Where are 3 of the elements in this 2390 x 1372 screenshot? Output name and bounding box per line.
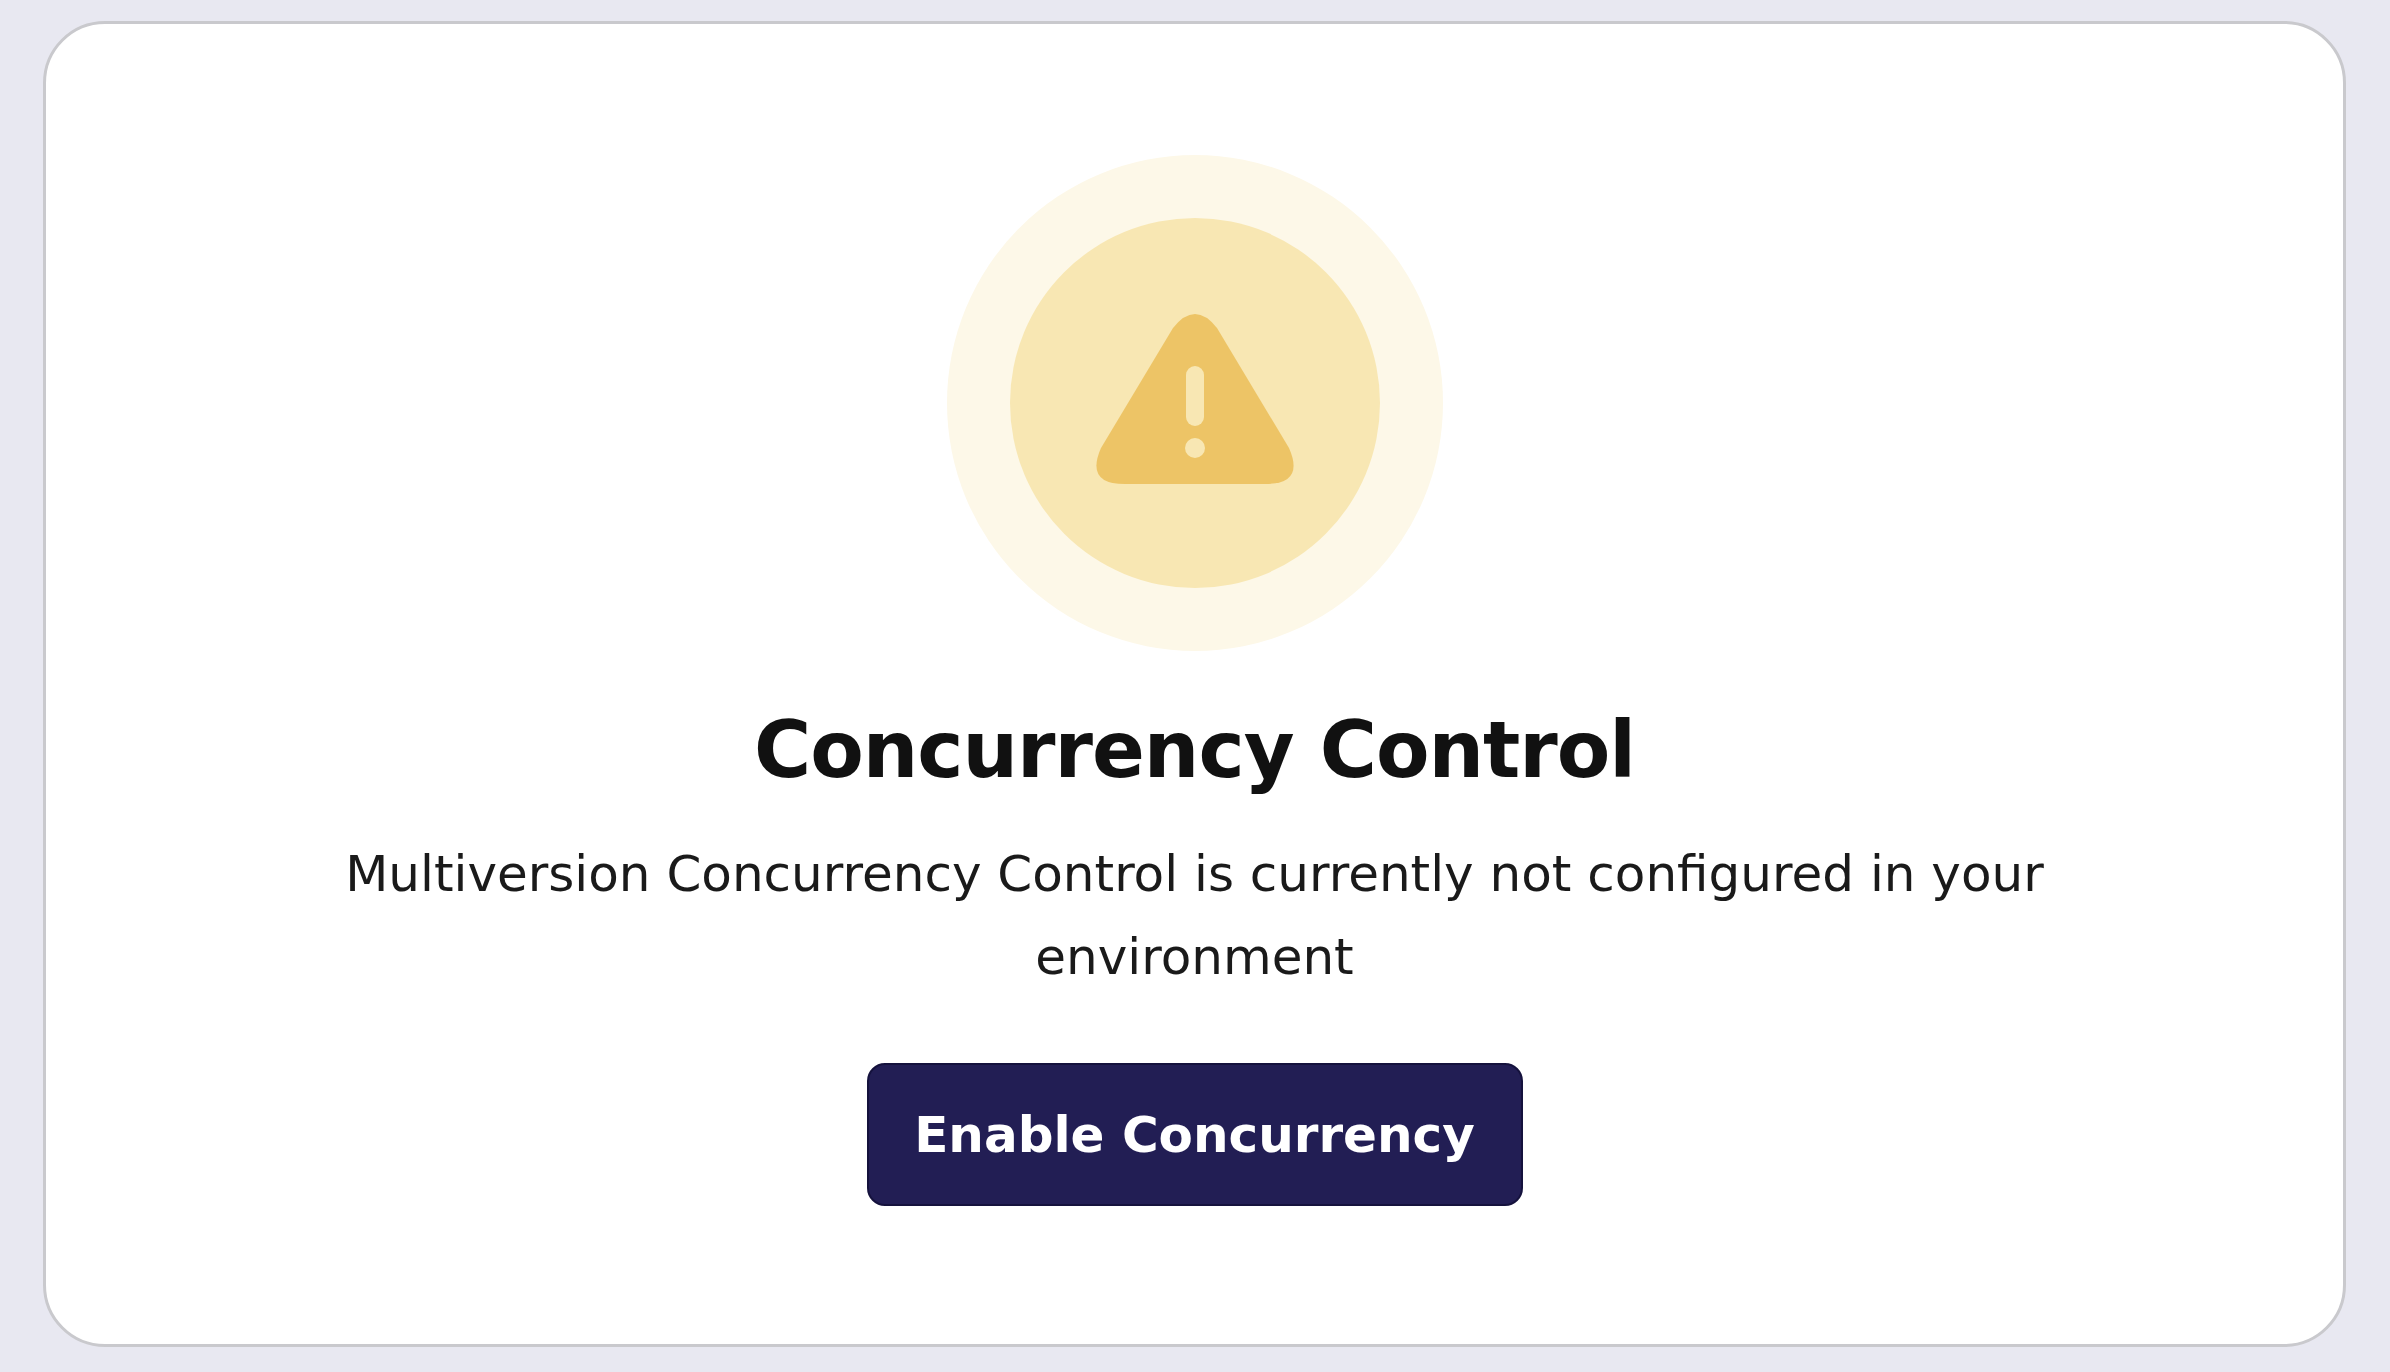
enable-button[interactable]: Enable Concurrency	[866, 1063, 1523, 1206]
card-title: Concurrency Control	[753, 705, 1636, 795]
card-description: Multiversion Concurrency Control is currently not configured in your environment	[344, 844, 2045, 988]
